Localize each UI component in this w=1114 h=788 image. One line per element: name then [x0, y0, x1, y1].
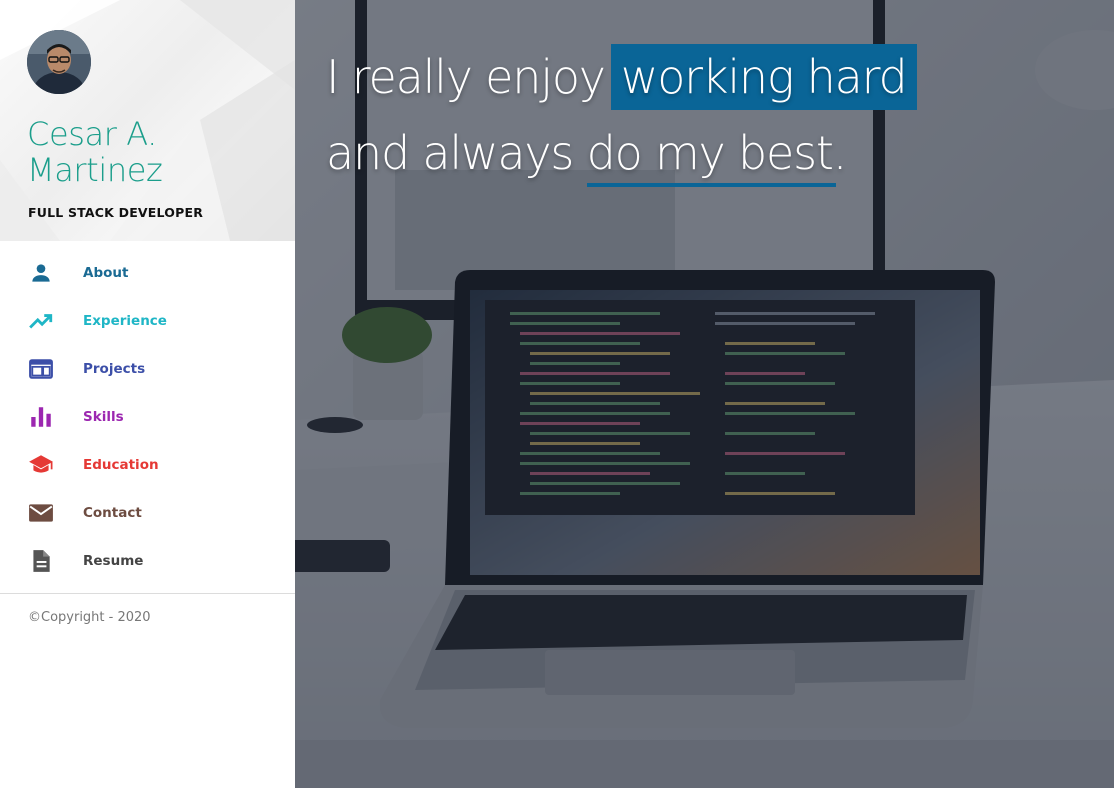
hero-headline: I really enjoy working hard and always do…: [326, 44, 917, 198]
headline-line-1: I really enjoy working hard: [326, 44, 917, 121]
nav-item-experience[interactable]: Experience: [0, 297, 295, 345]
nav-label-projects: Projects: [83, 361, 146, 377]
name-line-1: Cesar A.: [27, 115, 157, 153]
nav-item-skills[interactable]: Skills: [0, 393, 295, 441]
avatar: [27, 30, 91, 94]
headline-highlight: working hard: [610, 44, 917, 110]
nav-label-contact: Contact: [83, 505, 142, 521]
document-icon: [28, 548, 54, 574]
nav-label-education: Education: [83, 457, 159, 473]
trending-up-icon: [28, 308, 54, 334]
name-line-2: Martinez: [27, 151, 163, 189]
mail-icon: [28, 500, 54, 526]
nav-item-education[interactable]: Education: [0, 441, 295, 489]
nav-label-resume: Resume: [83, 553, 144, 569]
web-icon: [28, 356, 54, 382]
headline-prefix-1: I really enjoy: [326, 50, 606, 104]
nav-item-contact[interactable]: Contact: [0, 489, 295, 537]
person-icon: [28, 260, 54, 286]
bar-chart-icon: [28, 404, 54, 430]
hero-section: I really enjoy working hard and always do…: [295, 0, 1114, 788]
nav-item-resume[interactable]: Resume: [0, 537, 295, 585]
profile-name: Cesar A. Martinez: [27, 116, 277, 188]
copyright: ©Copyright - 2020: [28, 610, 151, 625]
nav-label-about: About: [83, 265, 129, 281]
profile-header: Cesar A. Martinez FULL STACK DEVELOPER: [0, 0, 295, 241]
sidebar-nav: About Experience Projects Skills Educati…: [0, 249, 295, 585]
nav-label-experience: Experience: [83, 313, 167, 329]
headline-prefix-2: and always: [326, 126, 574, 180]
nav-label-skills: Skills: [83, 409, 124, 425]
profile-role: FULL STACK DEVELOPER: [28, 205, 204, 220]
school-icon: [28, 452, 54, 478]
divider: [0, 593, 295, 594]
nav-item-projects[interactable]: Projects: [0, 345, 295, 393]
sidebar: Cesar A. Martinez FULL STACK DEVELOPER A…: [0, 0, 295, 788]
nav-item-about[interactable]: About: [0, 249, 295, 297]
headline-underlined: do my best.: [586, 121, 847, 187]
headline-line-2: and always do my best.: [326, 121, 917, 198]
